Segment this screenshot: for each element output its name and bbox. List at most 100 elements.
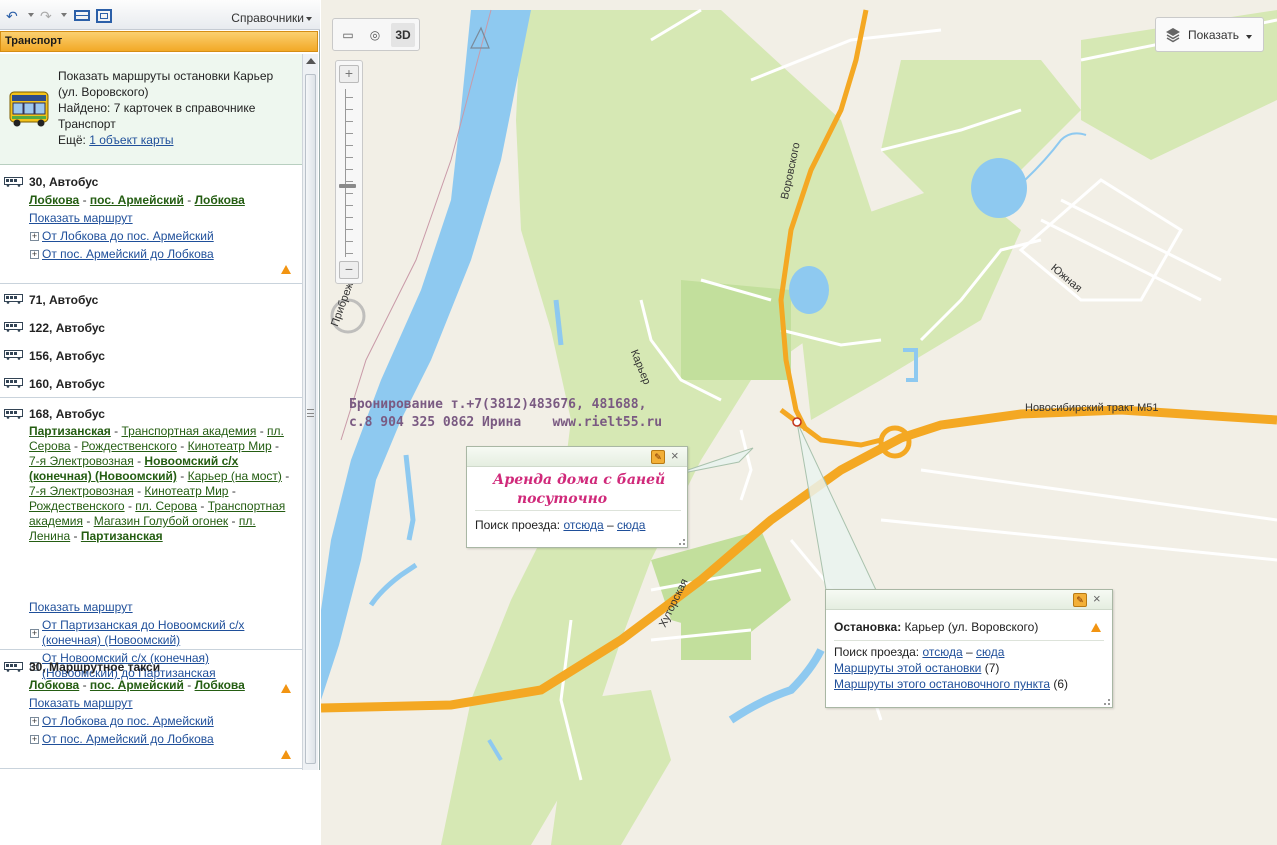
scroll-thumb[interactable] (305, 74, 316, 764)
route-card-71-bus[interactable]: 71, Автобус (0, 289, 302, 313)
show-route-link[interactable]: Показать маршрут (29, 211, 133, 225)
stop-point-routes-link[interactable]: Маршруты этого остановочного пункта (834, 677, 1050, 691)
section-header: Транспорт (0, 31, 318, 52)
bus-icon (4, 294, 23, 304)
stop-point-routes: Маршруты этого остановочного пункта (6) (834, 677, 1068, 691)
direction-link[interactable]: От пос. Армейский до Лобкова (42, 247, 214, 261)
layout-list-icon[interactable] (74, 10, 90, 21)
expand-icon[interactable]: + (30, 250, 39, 259)
route-card-168-bus: 168, Автобус Партизанская - Транспортная… (0, 398, 302, 693)
direction-link[interactable]: От пос. Армейский до Лобкова (42, 732, 214, 746)
show-route-link-wrap: Показать маршрут (29, 600, 133, 615)
left-panel: ↶ ↷ Справочники Транспорт Показать маршр… (0, 0, 320, 770)
show-route-link[interactable]: Показать маршрут (29, 600, 133, 614)
resize-grip-icon[interactable] (1104, 699, 1110, 705)
back-icon[interactable]: ↶ (6, 9, 18, 23)
route-card-160-bus[interactable]: 160, Автобус (0, 373, 302, 397)
ruler-icon[interactable]: ▭ (336, 23, 360, 47)
forward-icon[interactable]: ↷ (40, 9, 52, 23)
expand-icon[interactable]: + (30, 717, 39, 726)
stop-link[interactable]: Лобкова (195, 678, 245, 692)
zoom-out-button[interactable]: − (339, 261, 359, 279)
stop-link[interactable]: Лобкова (29, 678, 79, 692)
zoom-in-button[interactable]: + (339, 65, 359, 83)
stop-link[interactable]: Рождественского (29, 499, 125, 513)
radius-search-icon[interactable]: ◎ (363, 23, 387, 47)
info-line-3: Найдено: 7 карточек в справочнике (58, 101, 256, 115)
stop-link[interactable]: пос. Армейский (90, 678, 184, 692)
pin-icon[interactable]: ✎ (651, 450, 665, 464)
stop-point-routes-count: (6) (1053, 677, 1069, 691)
route-from-link[interactable]: отсюда (563, 518, 603, 532)
expand-icon[interactable]: + (30, 735, 39, 744)
close-icon[interactable]: × (1093, 592, 1101, 606)
bus-icon (4, 350, 23, 360)
booking-overlay-text: Бронирование т.+7(3812)483676, 481688, с.… (349, 396, 662, 432)
route-from-link[interactable]: отсюда (922, 645, 962, 659)
route-to-link[interactable]: сюда (617, 518, 645, 532)
route-card-30-bus: 30, Автобус Лобкова - пос. Армейский - Л… (0, 166, 302, 283)
3d-button[interactable]: 3D (391, 23, 415, 47)
warning-icon[interactable] (281, 265, 291, 274)
close-icon[interactable]: × (671, 449, 679, 463)
stop-link[interactable]: Кинотеатр Мир (144, 484, 228, 498)
stop-link[interactable]: Рождественского (81, 439, 177, 453)
booking-line-2: с.8 904 325 0862 Ирина www.rielt55.ru (349, 415, 663, 430)
stop-link[interactable]: пл. Серова (135, 499, 197, 513)
warning-icon[interactable] (1091, 623, 1101, 632)
resize-grip-icon[interactable] (679, 539, 685, 545)
bus-icon (4, 177, 23, 187)
route-search: Поиск проезда: отсюда – сюда (475, 518, 645, 532)
divider (0, 649, 302, 650)
stop-link[interactable]: Партизанская (29, 424, 111, 438)
stop-link[interactable]: Транспортная академия (122, 424, 257, 438)
forward-history-caret[interactable] (61, 13, 67, 17)
search-info-text: Показать маршруты остановки Карьер (ул. … (58, 68, 294, 148)
popup-title-line-1: Аренда дома с баней (493, 472, 666, 488)
reference-menu[interactable]: Справочники (231, 11, 312, 25)
app-window: ↶ ↷ Справочники Транспорт Показать маршр… (0, 0, 1277, 845)
route-to-link[interactable]: сюда (976, 645, 1004, 659)
stop-link[interactable]: Карьер (на мост) (188, 469, 282, 483)
layout-panel-icon[interactable] (96, 9, 112, 23)
more-link[interactable]: 1 объект карты (89, 133, 173, 147)
warning-icon[interactable] (281, 750, 291, 759)
search-info-card: Показать маршруты остановки Карьер (ул. … (0, 54, 302, 165)
stop-routes-link[interactable]: Маршруты этой остановки (834, 661, 981, 675)
route-dash: – (606, 518, 614, 532)
more-label: Ещё: (58, 133, 86, 147)
route-card-122-bus[interactable]: 122, Автобус (0, 317, 302, 341)
stop-link[interactable]: Партизанская (81, 529, 163, 543)
stop-link[interactable]: Лобкова (195, 193, 245, 207)
stop-link[interactable]: 7-я Электровозная (29, 484, 134, 498)
popup-title: Аренда дома с баней посуточно (493, 471, 665, 509)
direction-link[interactable]: От Лобкова до пос. Армейский (42, 714, 214, 728)
stop-link[interactable]: Лобкова (29, 193, 79, 207)
expand-icon[interactable]: + (30, 629, 39, 638)
show-route-link[interactable]: Показать маршрут (29, 696, 133, 710)
stop-link[interactable]: Кинотеатр Мир (188, 439, 272, 453)
show-route-link-wrap: Показать маршрут (29, 696, 133, 711)
back-history-caret[interactable] (28, 13, 34, 17)
route-title: 30, Маршрутное такси (29, 660, 161, 674)
direction-link[interactable]: От Партизанская до Новоомский с/х (конечн… (42, 618, 244, 647)
direction-1: От Лобкова до пос. Армейский (42, 229, 282, 244)
direction-2: От пос. Армейский до Лобкова (42, 247, 282, 262)
stop-link[interactable]: Магазин Голубой огонек (94, 514, 228, 528)
expand-icon[interactable]: + (30, 232, 39, 241)
show-button-label: Показать (1188, 28, 1240, 42)
show-layers-button[interactable]: Показать (1155, 17, 1264, 52)
route-card-156-bus[interactable]: 156, Автобус (0, 345, 302, 369)
info-more: Ещё: 1 объект карты (58, 132, 294, 148)
scroll-up-arrow-icon[interactable] (306, 58, 316, 64)
bus-icon (4, 322, 23, 332)
stop-link[interactable]: 7-я Электровозная (29, 454, 134, 468)
stop-link[interactable]: пос. Армейский (90, 193, 184, 207)
zoom-slider[interactable] (345, 89, 353, 257)
direction-text: От Партизанская до Новоомский с/х (42, 618, 245, 632)
list-scrollbar[interactable] (302, 54, 318, 770)
pin-icon[interactable]: ✎ (1073, 593, 1087, 607)
zoom-slider-thumb[interactable] (339, 184, 356, 188)
route-search-label: Поиск проезда: (834, 645, 920, 659)
direction-link[interactable]: От Лобкова до пос. Армейский (42, 229, 214, 243)
